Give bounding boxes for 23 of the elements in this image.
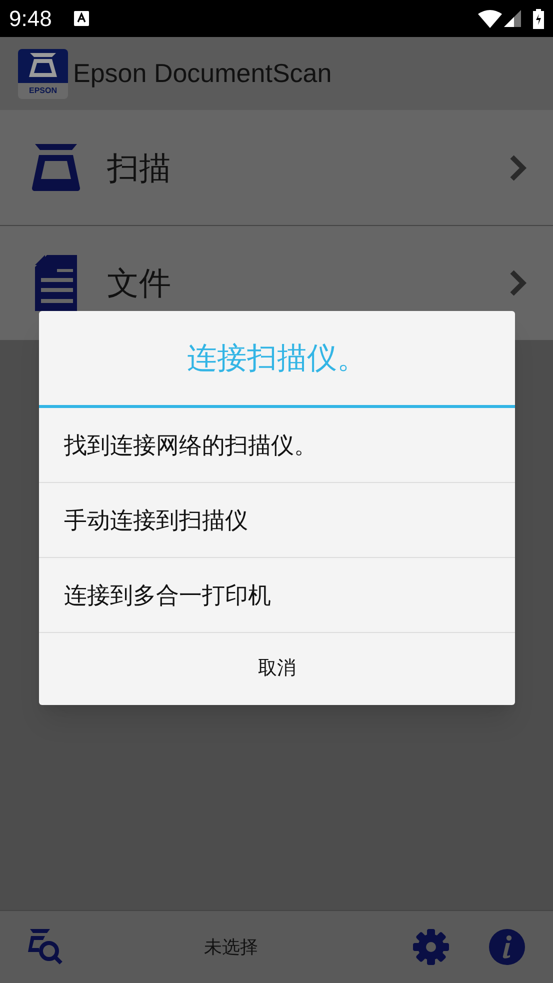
keyboard-status-icon xyxy=(74,11,89,26)
menu-label: 文件 xyxy=(107,264,172,303)
menu-label: 扫描 xyxy=(107,148,172,188)
scan-search-button[interactable] xyxy=(28,929,64,965)
cancel-button[interactable]: 取消 xyxy=(39,633,515,705)
battery-icon xyxy=(533,8,544,28)
dialog-title: 连接扫描仪。 xyxy=(187,340,367,376)
scanner-search-icon xyxy=(28,929,64,965)
dialog-option[interactable]: 手动连接到扫描仪 xyxy=(39,483,515,558)
chevron-icon xyxy=(508,152,528,182)
info-icon xyxy=(489,929,525,965)
signal-icon xyxy=(504,10,521,27)
document-icon xyxy=(35,255,77,311)
status-time: 9:48 xyxy=(9,5,52,33)
info-button[interactable] xyxy=(489,929,525,965)
chevron-icon xyxy=(508,268,528,298)
scanner-status: 未选择 xyxy=(204,936,259,958)
dialog-option[interactable]: 找到连接网络的扫描仪。 xyxy=(39,408,515,483)
scanner-icon xyxy=(31,142,81,192)
app-title: Epson DocumentScan xyxy=(73,57,332,90)
wifi-icon xyxy=(478,10,502,28)
app-logo: EPSON xyxy=(18,48,68,98)
dialog-option[interactable]: 连接到多合一打印机 xyxy=(39,558,515,633)
